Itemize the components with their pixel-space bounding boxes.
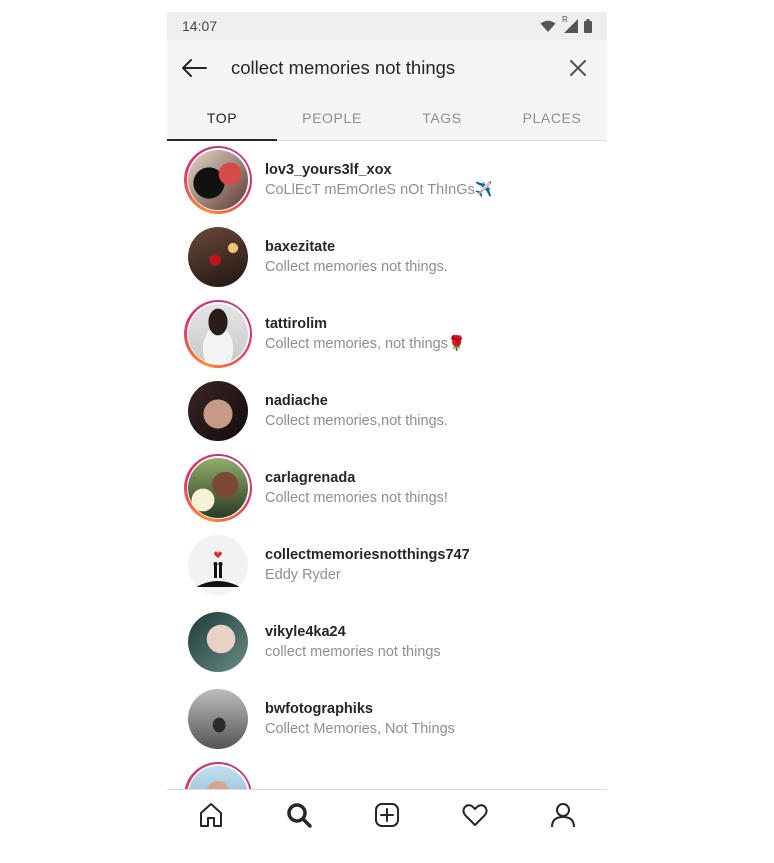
username: lov3_yours3lf_xox	[265, 161, 392, 178]
user-bio: CoLlEcT mEmOrIeS nOt ThInGs✈️	[265, 181, 493, 198]
profile-icon	[551, 803, 575, 828]
avatar	[188, 534, 248, 595]
avatar	[188, 226, 248, 287]
avatar	[188, 149, 248, 210]
status-bar: 14:07 R	[167, 12, 607, 40]
roaming-indicator: R	[562, 15, 568, 24]
avatar	[188, 303, 248, 364]
result-row[interactable]: carlagrenada Collect memories not things…	[167, 449, 607, 526]
arrow-back-icon	[182, 59, 207, 77]
activity-heart-icon	[462, 804, 488, 826]
story-ring[interactable]	[184, 145, 252, 214]
nav-activity[interactable]	[445, 791, 505, 839]
user-bio: Eddy Ryder	[265, 566, 341, 583]
battery-icon	[584, 19, 592, 33]
results-list[interactable]: lov3_yours3lf_xox CoLlEcT mEmOrIeS nOt T…	[167, 141, 607, 790]
avatar-wrap[interactable]	[184, 531, 252, 599]
result-row[interactable]: ccbliss99	[167, 757, 607, 790]
username: bwfotographiks	[265, 700, 373, 717]
story-ring[interactable]	[184, 299, 252, 368]
username: collectmemoriesnotthings747	[265, 546, 470, 563]
avatar	[188, 611, 248, 672]
clear-search-button[interactable]	[549, 40, 607, 96]
home-icon	[200, 803, 222, 827]
tab-top[interactable]: TOP	[167, 96, 277, 140]
username: carlagrenada	[265, 469, 356, 486]
search-icon	[287, 803, 312, 828]
close-icon	[570, 60, 586, 76]
user-bio: Collect memories not things.	[265, 258, 448, 275]
nav-profile[interactable]	[533, 791, 593, 839]
user-bio: collect memories not things	[265, 643, 441, 660]
search-input[interactable]: collect memories not things	[221, 57, 549, 79]
result-text: carlagrenada Collect memories not things…	[265, 468, 448, 508]
nav-search[interactable]	[269, 791, 329, 839]
result-text: collectmemoriesnotthings747 Eddy Ryder	[265, 545, 470, 585]
avatar-wrap[interactable]	[184, 608, 252, 676]
username: baxezitate	[265, 238, 336, 255]
phone-screen: 14:07 R collect memories not things TOP …	[167, 12, 607, 840]
result-row[interactable]: lov3_yours3lf_xox CoLlEcT mEmOrIeS nOt T…	[167, 141, 607, 218]
story-ring[interactable]	[184, 761, 252, 790]
username: nadiache	[265, 392, 328, 409]
avatar-wrap[interactable]	[184, 685, 252, 753]
user-bio: Collect memories not things!	[265, 489, 448, 506]
user-bio: Collect Memories, Not Things	[265, 720, 455, 737]
cell-signal-icon: R	[562, 15, 578, 33]
result-text: vikyle4ka24 collect memories not things	[265, 622, 441, 662]
username: vikyle4ka24	[265, 623, 346, 640]
avatar-wrap[interactable]	[184, 223, 252, 291]
avatar	[188, 457, 248, 518]
result-row[interactable]: nadiache Collect memories,not things.	[167, 372, 607, 449]
result-text: bwfotographiks Collect Memories, Not Thi…	[265, 699, 455, 739]
nav-home[interactable]	[181, 791, 241, 839]
result-row[interactable]: bwfotographiks Collect Memories, Not Thi…	[167, 680, 607, 757]
search-tabs: TOP PEOPLE TAGS PLACES	[167, 96, 607, 141]
user-bio: Collect memories, not things🌹	[265, 335, 466, 352]
avatar	[188, 688, 248, 749]
result-row[interactable]: baxezitate Collect memories not things.	[167, 218, 607, 295]
result-text: lov3_yours3lf_xox CoLlEcT mEmOrIeS nOt T…	[265, 160, 493, 200]
status-time: 14:07	[182, 18, 218, 34]
result-text: nadiache Collect memories,not things.	[265, 391, 448, 431]
bottom-navigation	[167, 789, 607, 840]
search-bar: collect memories not things	[167, 40, 607, 96]
username: tattirolim	[265, 315, 328, 332]
tab-people[interactable]: PEOPLE	[277, 96, 387, 140]
back-button[interactable]	[167, 40, 221, 96]
avatar	[188, 380, 248, 441]
tab-tags[interactable]: TAGS	[387, 96, 497, 140]
user-bio: Collect memories,not things.	[265, 412, 448, 429]
result-row[interactable]: tattirolim Collect memories, not things🌹	[167, 295, 607, 372]
story-ring[interactable]	[184, 453, 252, 522]
wifi-icon	[540, 20, 556, 32]
result-row[interactable]: collectmemoriesnotthings747 Eddy Ryder	[167, 526, 607, 603]
add-post-icon	[375, 803, 399, 827]
status-icons: R	[540, 15, 592, 33]
nav-new-post[interactable]	[357, 791, 417, 839]
avatar-wrap[interactable]	[184, 377, 252, 445]
tab-places[interactable]: PLACES	[497, 96, 607, 140]
result-row[interactable]: vikyle4ka24 collect memories not things	[167, 603, 607, 680]
result-text: tattirolim Collect memories, not things🌹	[265, 314, 466, 354]
result-text: baxezitate Collect memories not things.	[265, 237, 448, 277]
